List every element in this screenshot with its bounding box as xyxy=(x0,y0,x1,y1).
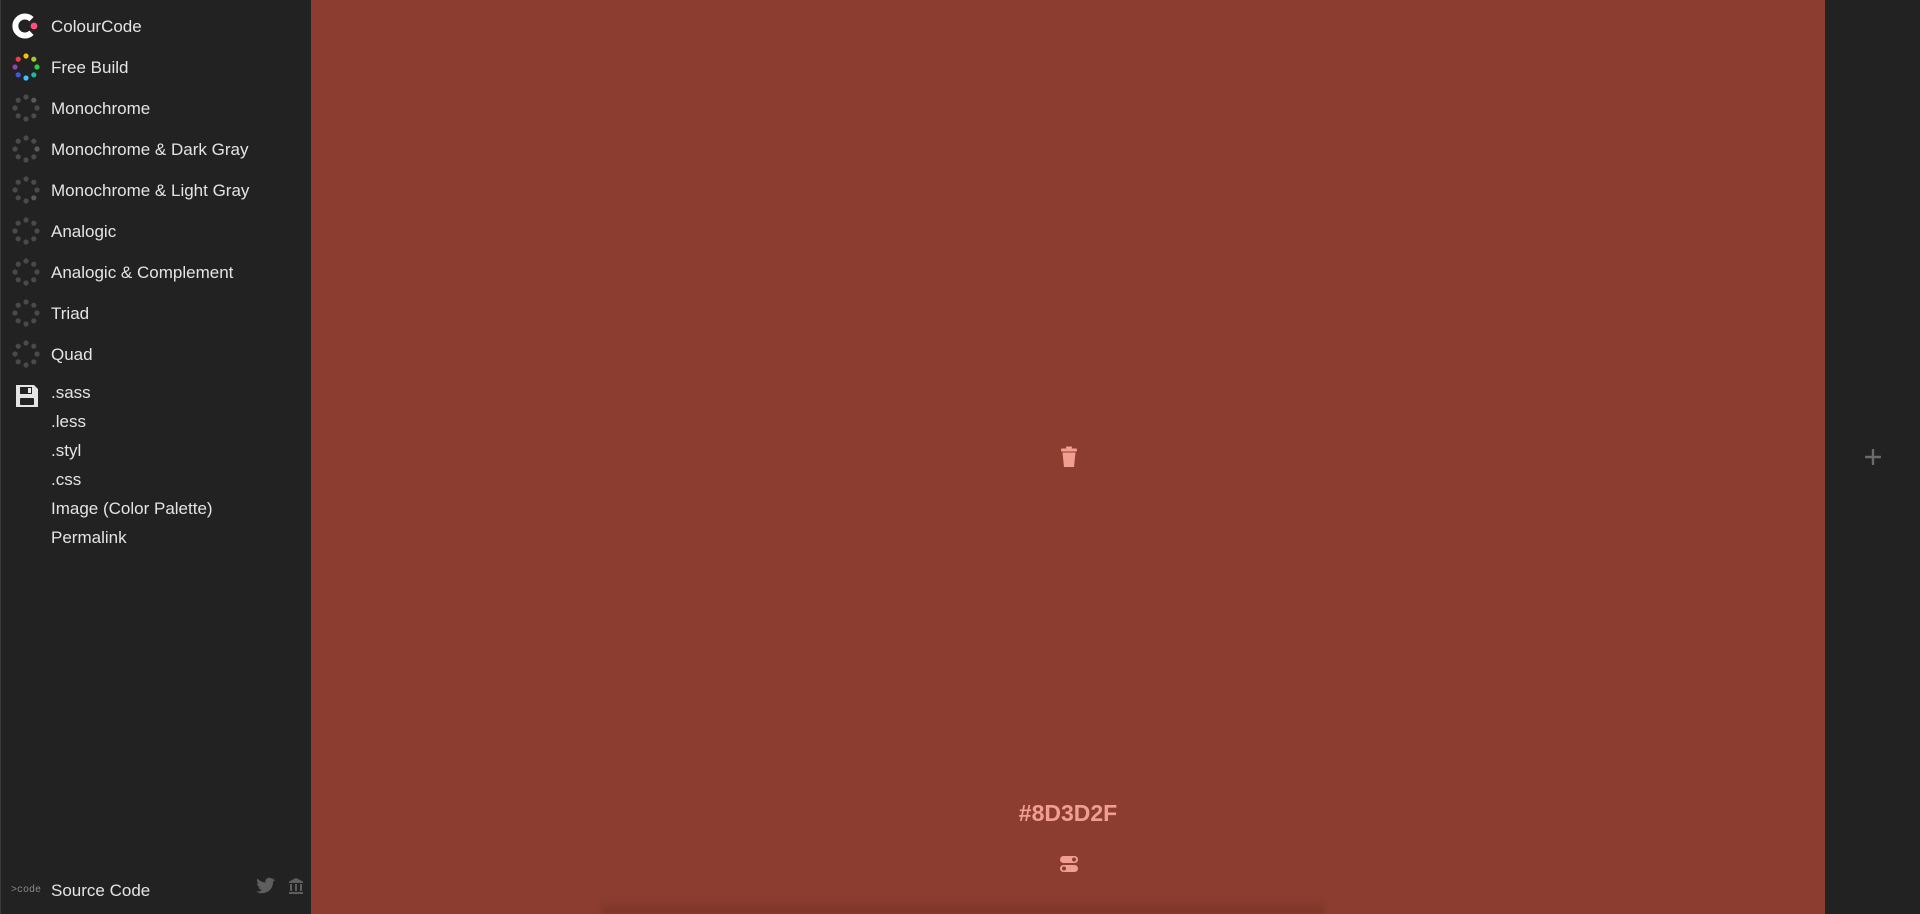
dots-ring-icon xyxy=(12,299,40,327)
dots-ring-icon xyxy=(12,340,40,368)
app-root: ColourCode Free Build Monochrome Monochr… xyxy=(0,0,1920,914)
export-permalink[interactable]: Permalink xyxy=(51,523,127,552)
menu-item-analogic[interactable]: Analogic xyxy=(1,211,312,252)
menu-item-label: Triad xyxy=(51,304,90,323)
menu-item-label: ColourCode xyxy=(51,17,142,36)
color-wheel-icon xyxy=(12,53,40,81)
menu-item-monochrome[interactable]: Monochrome xyxy=(1,88,312,129)
menu-item-monochrome-light-gray[interactable]: Monochrome & Light Gray xyxy=(1,170,312,211)
bottom-shadow xyxy=(601,898,1325,914)
export-image-palette[interactable]: Image (Color Palette) xyxy=(51,494,213,523)
menu-item-analogic-complement[interactable]: Analogic & Complement xyxy=(1,252,312,293)
floppy-disk-icon xyxy=(14,383,40,409)
plus-icon[interactable] xyxy=(1863,447,1883,467)
export-less[interactable]: .less xyxy=(51,407,86,436)
dots-ring-icon xyxy=(12,135,40,163)
dots-ring-icon xyxy=(12,176,40,204)
color-swatch-column[interactable]: #8D3D2F xyxy=(311,0,1825,914)
menu-item-triad[interactable]: Triad xyxy=(1,293,312,334)
bank-icon[interactable] xyxy=(288,877,304,895)
dots-ring-icon xyxy=(12,217,40,245)
dots-ring-icon xyxy=(12,94,40,122)
trash-icon[interactable] xyxy=(1059,446,1079,468)
menu-item-label: Monochrome xyxy=(51,99,151,118)
hex-code-label[interactable]: #8D3D2F xyxy=(311,800,1825,827)
dots-ring-icon xyxy=(12,258,40,286)
code-icon: >code xyxy=(11,885,42,896)
menu-item-label: Monochrome & Light Gray xyxy=(51,181,250,200)
export-styl[interactable]: .styl xyxy=(51,436,81,465)
export-css[interactable]: .css xyxy=(51,465,81,494)
menu-item-colourcode[interactable]: ColourCode xyxy=(1,6,312,47)
add-color-column[interactable] xyxy=(1825,0,1920,914)
source-code-link[interactable]: Source Code xyxy=(51,876,150,906)
export-sass[interactable]: .sass xyxy=(51,378,91,407)
menu-item-label: Quad xyxy=(51,345,93,364)
menu-item-label: Free Build xyxy=(51,58,129,77)
menu-item-free-build[interactable]: Free Build xyxy=(1,47,312,88)
twitter-icon[interactable] xyxy=(256,877,276,895)
colourcode-logo-icon xyxy=(12,12,40,40)
menu-item-label: Monochrome & Dark Gray xyxy=(51,140,249,159)
menu-item-label: Analogic & Complement xyxy=(51,263,234,282)
menu-item-label: Analogic xyxy=(51,222,117,241)
toggle-icon[interactable] xyxy=(1059,855,1079,873)
sidebar: ColourCode Free Build Monochrome Monochr… xyxy=(0,0,311,914)
menu-item-quad[interactable]: Quad xyxy=(1,334,312,375)
menu-item-monochrome-dark-gray[interactable]: Monochrome & Dark Gray xyxy=(1,129,312,170)
